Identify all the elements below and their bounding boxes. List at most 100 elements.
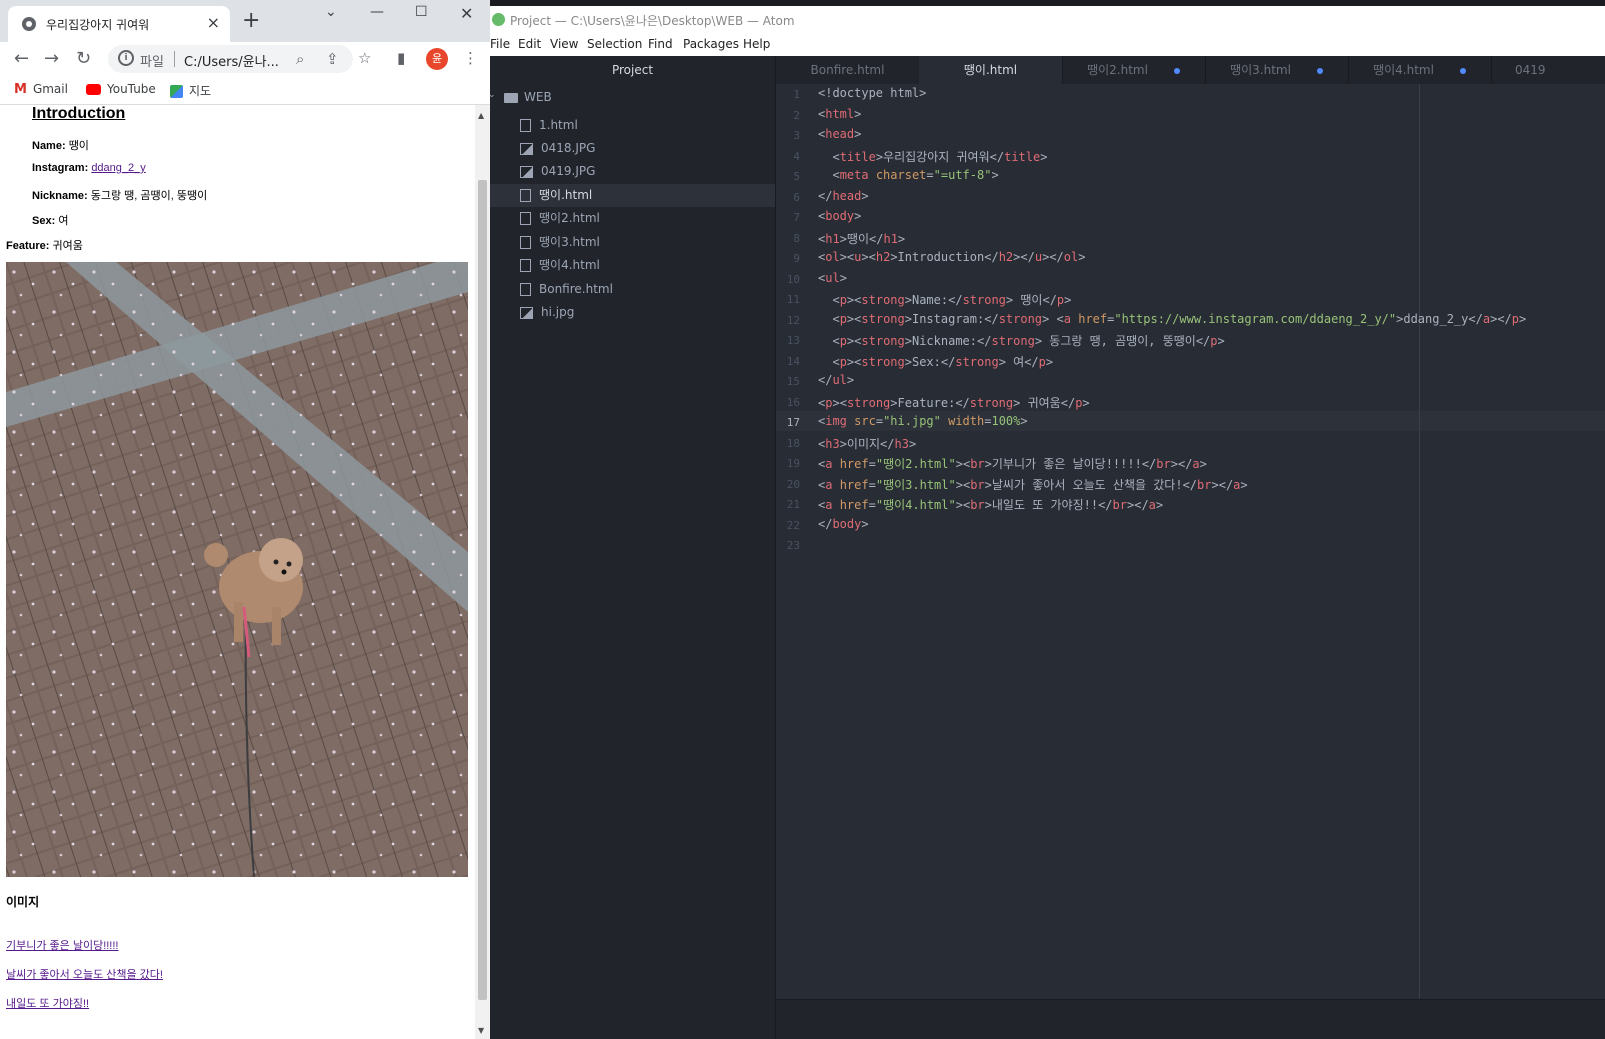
browser-toolbar: ← → ↻ i 파일 C:/Users/윤나... ⌕ ⇪ ☆ ▮ 윤 ⋮ xyxy=(0,42,490,76)
link-page2[interactable]: 기부니가 좋은 날이당!!!!! xyxy=(6,937,118,953)
reload-icon[interactable]: ↻ xyxy=(76,48,91,69)
profile-avatar[interactable]: 윤 xyxy=(426,48,448,70)
info-icon[interactable]: i xyxy=(118,50,134,66)
tree-root-folder[interactable]: ⌄ WEB xyxy=(490,90,552,104)
tree-file-1html[interactable]: 1.html xyxy=(490,114,775,137)
code-line[interactable]: <ol><u><h2>Introduction</h2></u></ol> xyxy=(818,250,1085,264)
close-tab-icon[interactable]: × xyxy=(207,13,220,32)
code-line[interactable]: <h1>땡이</h1> xyxy=(818,230,905,247)
line-number-gutter: 1 2 3 4 5 6 7 8 9 10 11 12 13 14 15 16 17 18 19 20 21 22 23 xyxy=(776,84,814,999)
back-icon[interactable]: ← xyxy=(14,48,29,69)
globe-icon xyxy=(22,17,36,31)
zoom-icon[interactable]: ⌕ xyxy=(296,50,304,68)
line-number: 13 xyxy=(786,334,800,347)
tab-bonfire[interactable]: Bonfire.html xyxy=(776,56,920,84)
tab-ddaengi4[interactable]: 땡이4.html xyxy=(1348,56,1492,84)
page-scrollbar[interactable]: ▲ ▼ xyxy=(475,105,490,1039)
code-line[interactable]: <p><strong>Instagram:</strong> <a href="… xyxy=(818,312,1526,326)
code-line[interactable]: <p><strong>Feature:</strong> 귀여움</p> xyxy=(818,394,1090,411)
tab-ddaengi3[interactable]: 땡이3.html xyxy=(1205,56,1349,84)
instagram-row: Instagram: ddang_2_y xyxy=(32,162,146,174)
bookmark-star-icon[interactable]: ☆ xyxy=(358,49,371,67)
code-line[interactable]: </body> xyxy=(818,517,869,531)
instagram-label: Instagram: xyxy=(32,162,89,174)
maps-icon xyxy=(170,85,183,98)
tree-file-ddaengi[interactable]: 땡이.html xyxy=(490,184,775,207)
code-line[interactable]: <body> xyxy=(818,209,861,223)
code-line[interactable]: <h3>이미지</h3> xyxy=(818,435,916,452)
line-number: 15 xyxy=(786,375,800,388)
menu-file[interactable]: File xyxy=(490,37,510,51)
code-line[interactable]: <a href="땡이2.html"><br>기부니가 좋은 날이당!!!!!<… xyxy=(818,455,1207,472)
code-line[interactable]: <html> xyxy=(818,107,861,121)
tree-file-ddaengi3[interactable]: 땡이3.html xyxy=(490,231,775,254)
tab-search-icon[interactable]: ⌄ xyxy=(325,4,337,20)
tree-file-label: 땡이2.html xyxy=(539,211,600,225)
instagram-link[interactable]: ddang_2_y xyxy=(91,162,145,174)
bookmarks-bar: M Gmail YouTube 지도 xyxy=(0,76,490,105)
code-line[interactable]: <ul> xyxy=(818,271,847,285)
file-icon xyxy=(520,189,531,202)
code-line[interactable]: <p><strong>Nickname:</strong> 동그랑 땡, 곰땡이… xyxy=(818,332,1224,349)
minimize-icon[interactable]: — xyxy=(370,4,384,20)
menu-packages[interactable]: Packages xyxy=(683,37,739,51)
code-line[interactable]: <a href="땡이3.html"><br>날씨가 좋아서 오늘도 산책을 갔… xyxy=(818,476,1248,493)
menu-bar: File Edit View Selection Find Packages H… xyxy=(490,34,1605,56)
intro-heading: Introduction xyxy=(32,105,126,122)
tree-file-hijpg[interactable]: hi.jpg xyxy=(490,301,775,324)
line-number: 8 xyxy=(793,231,800,245)
tree-file-0419[interactable]: 0419.JPG xyxy=(490,160,775,183)
file-icon xyxy=(520,283,531,296)
file-icon xyxy=(520,236,531,249)
side-panel-icon[interactable]: ▮ xyxy=(397,49,405,67)
code-line[interactable]: <!doctype html> xyxy=(818,86,926,100)
bookmark-gmail[interactable]: M Gmail xyxy=(14,82,68,97)
wrap-guide xyxy=(1419,84,1420,999)
tree-file-ddaengi4[interactable]: 땡이4.html xyxy=(490,254,775,277)
more-menu-icon[interactable]: ⋮ xyxy=(463,49,478,67)
code-line[interactable]: <a href="땡이4.html"><br>내일도 또 가야징!!</br><… xyxy=(818,496,1163,513)
code-line[interactable]: <p><strong>Name:</strong> 땡이</p> xyxy=(818,291,1071,308)
code-line[interactable]: </head> xyxy=(818,189,869,203)
new-tab-button[interactable]: + xyxy=(242,8,260,33)
maximize-icon[interactable]: ☐ xyxy=(415,4,428,20)
tree-file-label: 1.html xyxy=(539,118,578,132)
address-bar[interactable]: i 파일 C:/Users/윤나... ⌕ ⇪ xyxy=(108,45,353,73)
link-page3[interactable]: 날씨가 좋아서 오늘도 산책을 갔다! xyxy=(6,966,163,982)
tree-file-0418[interactable]: 0418.JPG xyxy=(490,137,775,160)
code-line[interactable]: <head> xyxy=(818,127,861,141)
feature-value: 귀여움 xyxy=(52,240,83,252)
tab-0419[interactable]: 0419 xyxy=(1491,56,1605,84)
tab-ddaengi2[interactable]: 땡이2.html xyxy=(1062,56,1206,84)
forward-icon[interactable]: → xyxy=(44,48,59,69)
code-line[interactable]: <title>우리집강아지 귀여워</title> xyxy=(818,148,1047,165)
omnibox-divider xyxy=(174,51,175,67)
menu-view[interactable]: View xyxy=(550,37,578,51)
close-window-icon[interactable]: ✕ xyxy=(460,4,473,23)
tree-file-bonfire[interactable]: Bonfire.html xyxy=(490,278,775,301)
tab-ddaengi[interactable]: 땡이.html xyxy=(919,56,1063,84)
tree-header[interactable]: Project xyxy=(490,56,775,84)
bookmark-maps[interactable]: 지도 xyxy=(170,82,211,99)
code-line[interactable]: <p><strong>Sex:</strong> 여</p> xyxy=(818,353,1053,370)
scroll-down-icon[interactable]: ▼ xyxy=(478,1026,484,1035)
share-icon[interactable]: ⇪ xyxy=(326,50,339,68)
feature-label: Feature: xyxy=(6,240,50,252)
code-line[interactable]: </ul> xyxy=(818,373,854,387)
scroll-up-icon[interactable]: ▲ xyxy=(478,111,484,120)
browser-tab-active[interactable]: 우리집강아지 귀여워 × xyxy=(8,6,230,42)
scrollbar-thumb[interactable] xyxy=(478,180,487,1000)
menu-find[interactable]: Find xyxy=(648,37,673,51)
line-number: 18 xyxy=(786,436,800,450)
tree-file-ddaengi2[interactable]: 땡이2.html xyxy=(490,207,775,230)
link-page4[interactable]: 내일도 또 가야징!! xyxy=(6,995,89,1011)
menu-edit[interactable]: Edit xyxy=(518,37,541,51)
bookmark-youtube[interactable]: YouTube xyxy=(86,82,156,96)
menu-selection[interactable]: Selection xyxy=(587,37,642,51)
code-line[interactable]: <img src="hi.jpg" width=100%> xyxy=(818,414,1028,428)
code-editor[interactable]: 1 2 3 4 5 6 7 8 9 10 11 12 13 14 15 16 17 18 19 20 21 22 23 <!… xyxy=(776,84,1605,999)
url-text[interactable]: C:/Users/윤나... xyxy=(184,51,279,70)
code-line[interactable]: <meta charset="=utf-8"> xyxy=(818,168,998,182)
menu-help[interactable]: Help xyxy=(743,37,770,51)
url-scheme: 파일 xyxy=(140,55,164,70)
